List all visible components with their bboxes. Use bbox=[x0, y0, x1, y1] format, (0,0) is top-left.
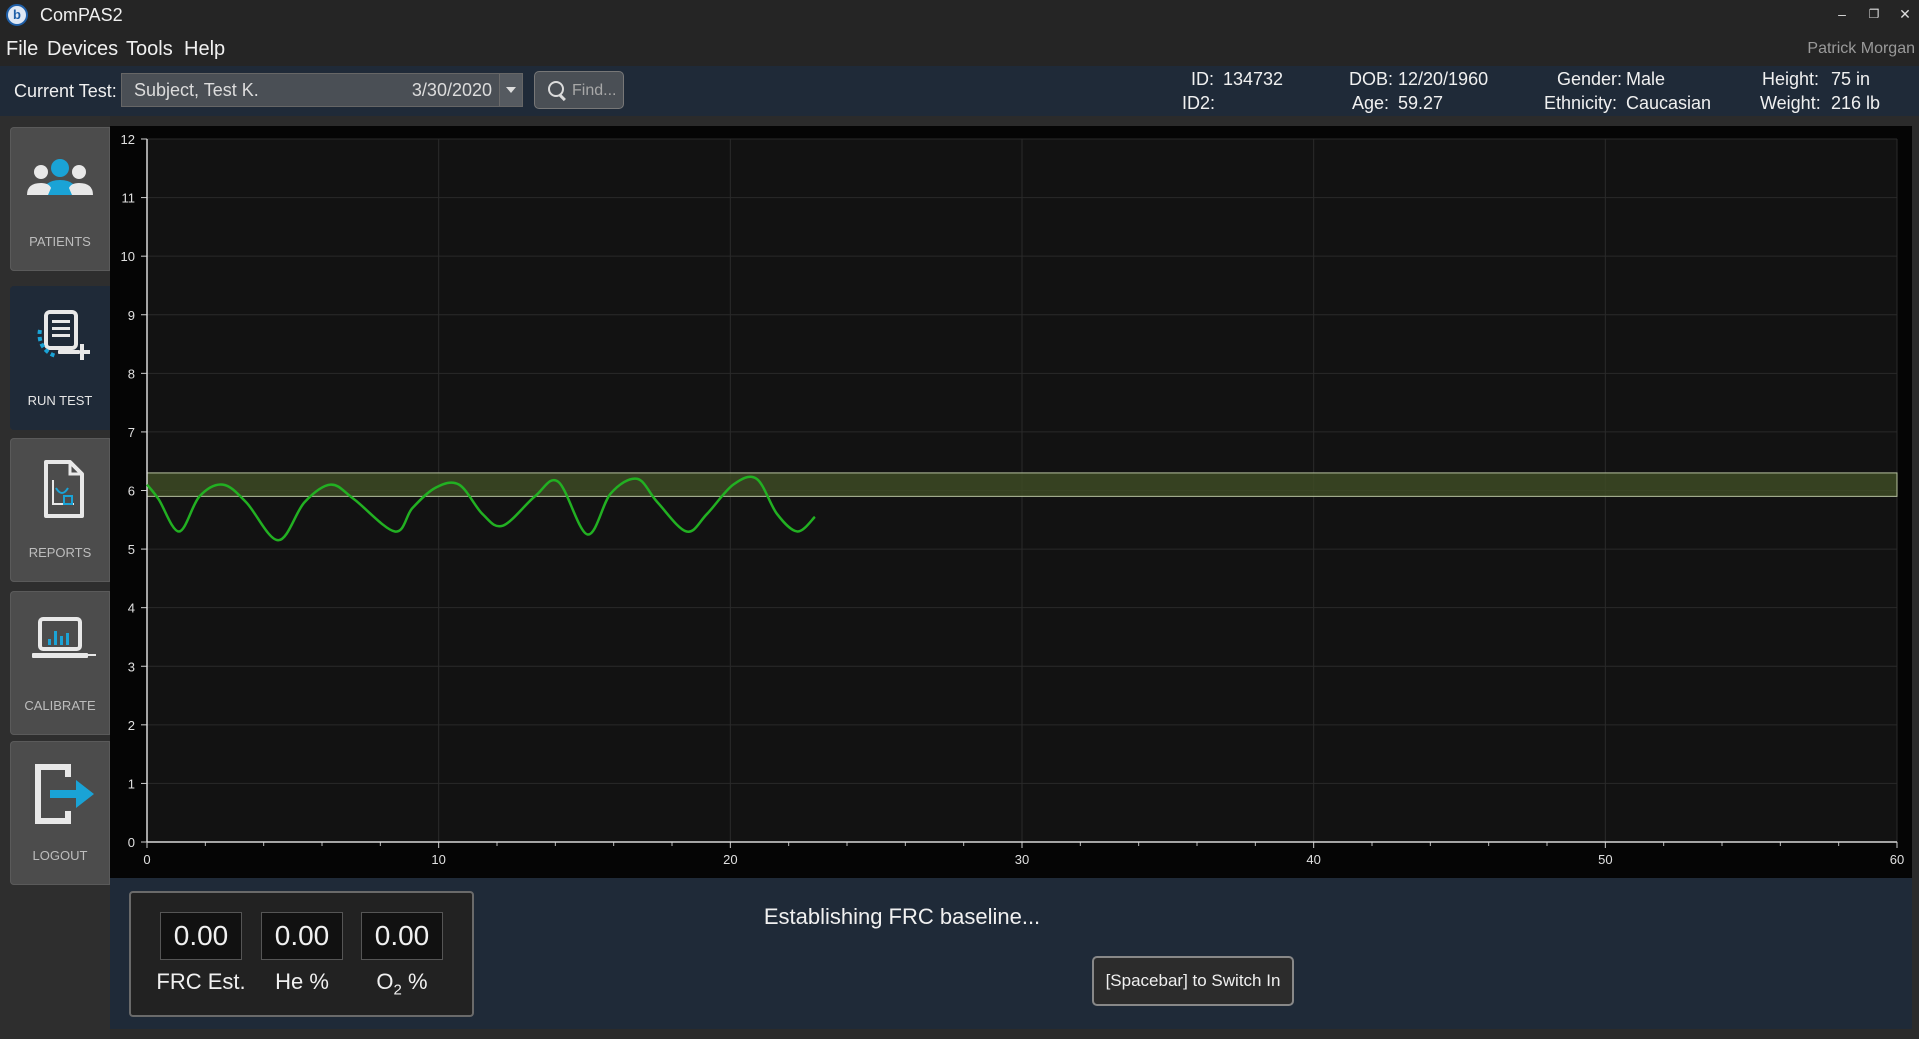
test-date: 3/30/2020 bbox=[411, 80, 492, 100]
find-button[interactable]: Find... bbox=[534, 71, 624, 109]
menu-file[interactable]: File bbox=[6, 38, 38, 61]
current-test-label: Current Test: bbox=[14, 81, 117, 101]
menu-bar: File Devices Tools Help Patrick Morgan bbox=[0, 32, 1919, 66]
id-value: 134732 bbox=[1223, 69, 1284, 89]
y-tick-label: 2 bbox=[128, 718, 135, 733]
frc-trace-chart: 0 1 2 3 4 5 6 7 8 9 10 11 12 0 10 20 30 40 50 60 bbox=[110, 126, 1912, 878]
reports-icon bbox=[44, 460, 84, 518]
x-tick-label: 10 bbox=[431, 852, 445, 867]
sidebar-item-label: CALIBRATE bbox=[24, 698, 96, 713]
ethnicity-value: Caucasian bbox=[1626, 93, 1712, 113]
sidebar-item-label: REPORTS bbox=[28, 545, 92, 560]
height-label: Height: bbox=[1762, 69, 1820, 89]
restore-button[interactable]: ❐ bbox=[1861, 2, 1887, 26]
y-tick-label: 3 bbox=[128, 659, 135, 674]
sidebar: PATIENTS RUN TEST REPORTS CALIBRATE LOGO… bbox=[0, 116, 110, 1039]
sidebar-item-run-test[interactable]: RUN TEST bbox=[10, 286, 110, 430]
y-tick-label: 6 bbox=[128, 484, 135, 499]
sidebar-item-logout[interactable]: LOGOUT bbox=[10, 741, 110, 885]
he-percent-label: He % bbox=[275, 969, 329, 994]
y-tick-label: 5 bbox=[128, 542, 135, 557]
gender-label: Gender: bbox=[1557, 69, 1623, 89]
dob-value: 12/20/1960 bbox=[1398, 69, 1489, 89]
y-tick-label: 4 bbox=[128, 601, 135, 616]
weight-value: 216 lb bbox=[1831, 93, 1881, 113]
x-tick-label: 30 bbox=[1015, 852, 1029, 867]
id-label: ID: bbox=[1191, 69, 1215, 89]
weight-label: Weight: bbox=[1760, 93, 1821, 113]
patient-header: Current Test: Subject, Test K. 3/30/2020… bbox=[0, 66, 1919, 116]
height-value: 75 in bbox=[1831, 69, 1871, 89]
he-percent-value: 0.00 bbox=[261, 912, 343, 960]
title-bar: b ComPAS2 – ❐ ✕ bbox=[0, 0, 1919, 32]
y-tick-label: 7 bbox=[128, 425, 135, 440]
sidebar-item-label: RUN TEST bbox=[27, 393, 93, 408]
id2-label: ID2: bbox=[1182, 93, 1216, 113]
x-tick-label: 20 bbox=[723, 852, 737, 867]
age-label: Age: bbox=[1352, 93, 1390, 113]
ethnicity-label: Ethnicity: bbox=[1544, 93, 1618, 113]
y-tick-label: 1 bbox=[128, 776, 135, 791]
switch-in-button[interactable]: [Spacebar] to Switch In bbox=[1092, 956, 1294, 1006]
test-subject-name: Subject, Test K. bbox=[134, 80, 259, 100]
sidebar-item-patients[interactable]: PATIENTS bbox=[10, 127, 110, 271]
gender-value: Male bbox=[1626, 69, 1666, 89]
frc-est-label: FRC Est. bbox=[156, 969, 246, 994]
y-tick-label: 8 bbox=[128, 366, 135, 381]
search-icon bbox=[548, 81, 564, 97]
logout-icon bbox=[35, 764, 94, 824]
current-test-dropdown[interactable]: Subject, Test K. 3/30/2020 bbox=[121, 73, 523, 107]
menu-tools[interactable]: Tools bbox=[126, 38, 173, 61]
x-tick-label: 0 bbox=[143, 852, 150, 867]
o2-percent-value: 0.00 bbox=[361, 912, 443, 960]
y-tick-label: 11 bbox=[122, 191, 136, 206]
chevron-down-icon[interactable] bbox=[499, 74, 522, 106]
run-test-icon bbox=[37, 310, 90, 360]
metrics-panel: 0.00 FRC Est. 0.00 He % 0.00 O2 % bbox=[129, 891, 474, 1017]
age-value: 59.27 bbox=[1398, 93, 1444, 113]
menu-devices[interactable]: Devices bbox=[47, 38, 118, 61]
patients-icon bbox=[27, 159, 93, 195]
y-tick-label: 0 bbox=[128, 835, 135, 850]
y-tick-label: 9 bbox=[128, 308, 135, 323]
sidebar-item-calibrate[interactable]: CALIBRATE bbox=[10, 591, 110, 735]
calibrate-icon bbox=[32, 617, 96, 658]
minimize-button[interactable]: – bbox=[1829, 2, 1855, 26]
menu-help[interactable]: Help bbox=[184, 38, 225, 61]
app-logo-icon: b bbox=[6, 4, 28, 26]
status-message: Establishing FRC baseline... bbox=[763, 904, 1041, 929]
find-label: Find... bbox=[572, 82, 617, 99]
sidebar-item-label: PATIENTS bbox=[29, 234, 91, 249]
y-tick-label: 10 bbox=[121, 249, 135, 264]
logged-in-user: Patrick Morgan bbox=[1807, 40, 1915, 57]
close-button[interactable]: ✕ bbox=[1892, 2, 1918, 26]
frc-est-value: 0.00 bbox=[160, 912, 242, 960]
sidebar-item-reports[interactable]: REPORTS bbox=[10, 438, 110, 582]
o2-percent-label: O2 % bbox=[376, 969, 428, 999]
baseline-band bbox=[146, 472, 1898, 497]
test-control-panel: 0.00 FRC Est. 0.00 He % 0.00 O2 % Establ… bbox=[110, 878, 1912, 1029]
dob-label: DOB: bbox=[1349, 69, 1394, 89]
y-tick-label: 12 bbox=[121, 132, 135, 147]
x-tick-label: 50 bbox=[1598, 852, 1612, 867]
sidebar-item-label: LOGOUT bbox=[32, 848, 88, 863]
app-title: ComPAS2 bbox=[40, 5, 123, 25]
x-tick-label: 40 bbox=[1306, 852, 1320, 867]
x-tick-label: 60 bbox=[1890, 852, 1904, 867]
chart-canvas: 01234567891011120 10 20 30 40 50 60 bbox=[121, 132, 1905, 867]
